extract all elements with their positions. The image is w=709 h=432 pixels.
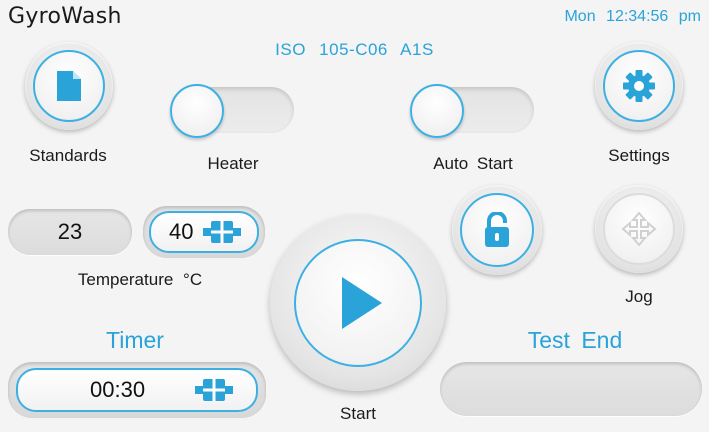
unlock-icon bbox=[485, 212, 509, 247]
timer-title: Timer bbox=[106, 327, 164, 353]
selected-standard: ISO 105-C06 A1S bbox=[275, 40, 434, 59]
clock: Mon 12:34:56 pm bbox=[564, 8, 701, 25]
brand-title: GyroWash bbox=[8, 4, 122, 29]
lock-button[interactable] bbox=[452, 185, 542, 275]
settings-label: Settings bbox=[608, 146, 670, 165]
keypad-icon bbox=[195, 379, 234, 401]
jog-label: Jog bbox=[625, 287, 653, 306]
heater-label: Heater bbox=[207, 154, 259, 173]
standards-button[interactable] bbox=[25, 42, 113, 130]
start-label: Start bbox=[340, 404, 376, 423]
timer-field[interactable]: 00:30 bbox=[8, 362, 266, 418]
play-icon bbox=[342, 277, 382, 329]
auto-start-label: Auto Start bbox=[433, 154, 513, 173]
temperature-current-field: 23 bbox=[8, 209, 132, 255]
jog-button[interactable] bbox=[595, 185, 683, 273]
temperature-current-value: 23 bbox=[57, 219, 83, 244]
heater-toggle[interactable] bbox=[170, 84, 294, 138]
timer-value: 00:30 bbox=[90, 377, 146, 402]
gear-icon bbox=[623, 70, 655, 102]
temperature-label: Temperature °C bbox=[77, 270, 203, 289]
keypad-icon bbox=[203, 221, 242, 243]
start-button[interactable] bbox=[270, 215, 446, 391]
heater-toggle-knob bbox=[170, 84, 224, 138]
auto-start-toggle[interactable] bbox=[410, 84, 534, 138]
document-icon bbox=[57, 71, 81, 101]
standards-label: Standards bbox=[29, 146, 107, 165]
move-arrows-icon bbox=[621, 211, 657, 247]
auto-start-toggle-knob bbox=[410, 84, 464, 138]
test-end-field bbox=[440, 362, 702, 416]
temperature-setpoint-field[interactable]: 40 bbox=[143, 206, 265, 258]
settings-button[interactable] bbox=[595, 42, 683, 130]
temperature-setpoint-value: 40 bbox=[169, 219, 194, 244]
test-end-title: Test End bbox=[527, 327, 623, 353]
